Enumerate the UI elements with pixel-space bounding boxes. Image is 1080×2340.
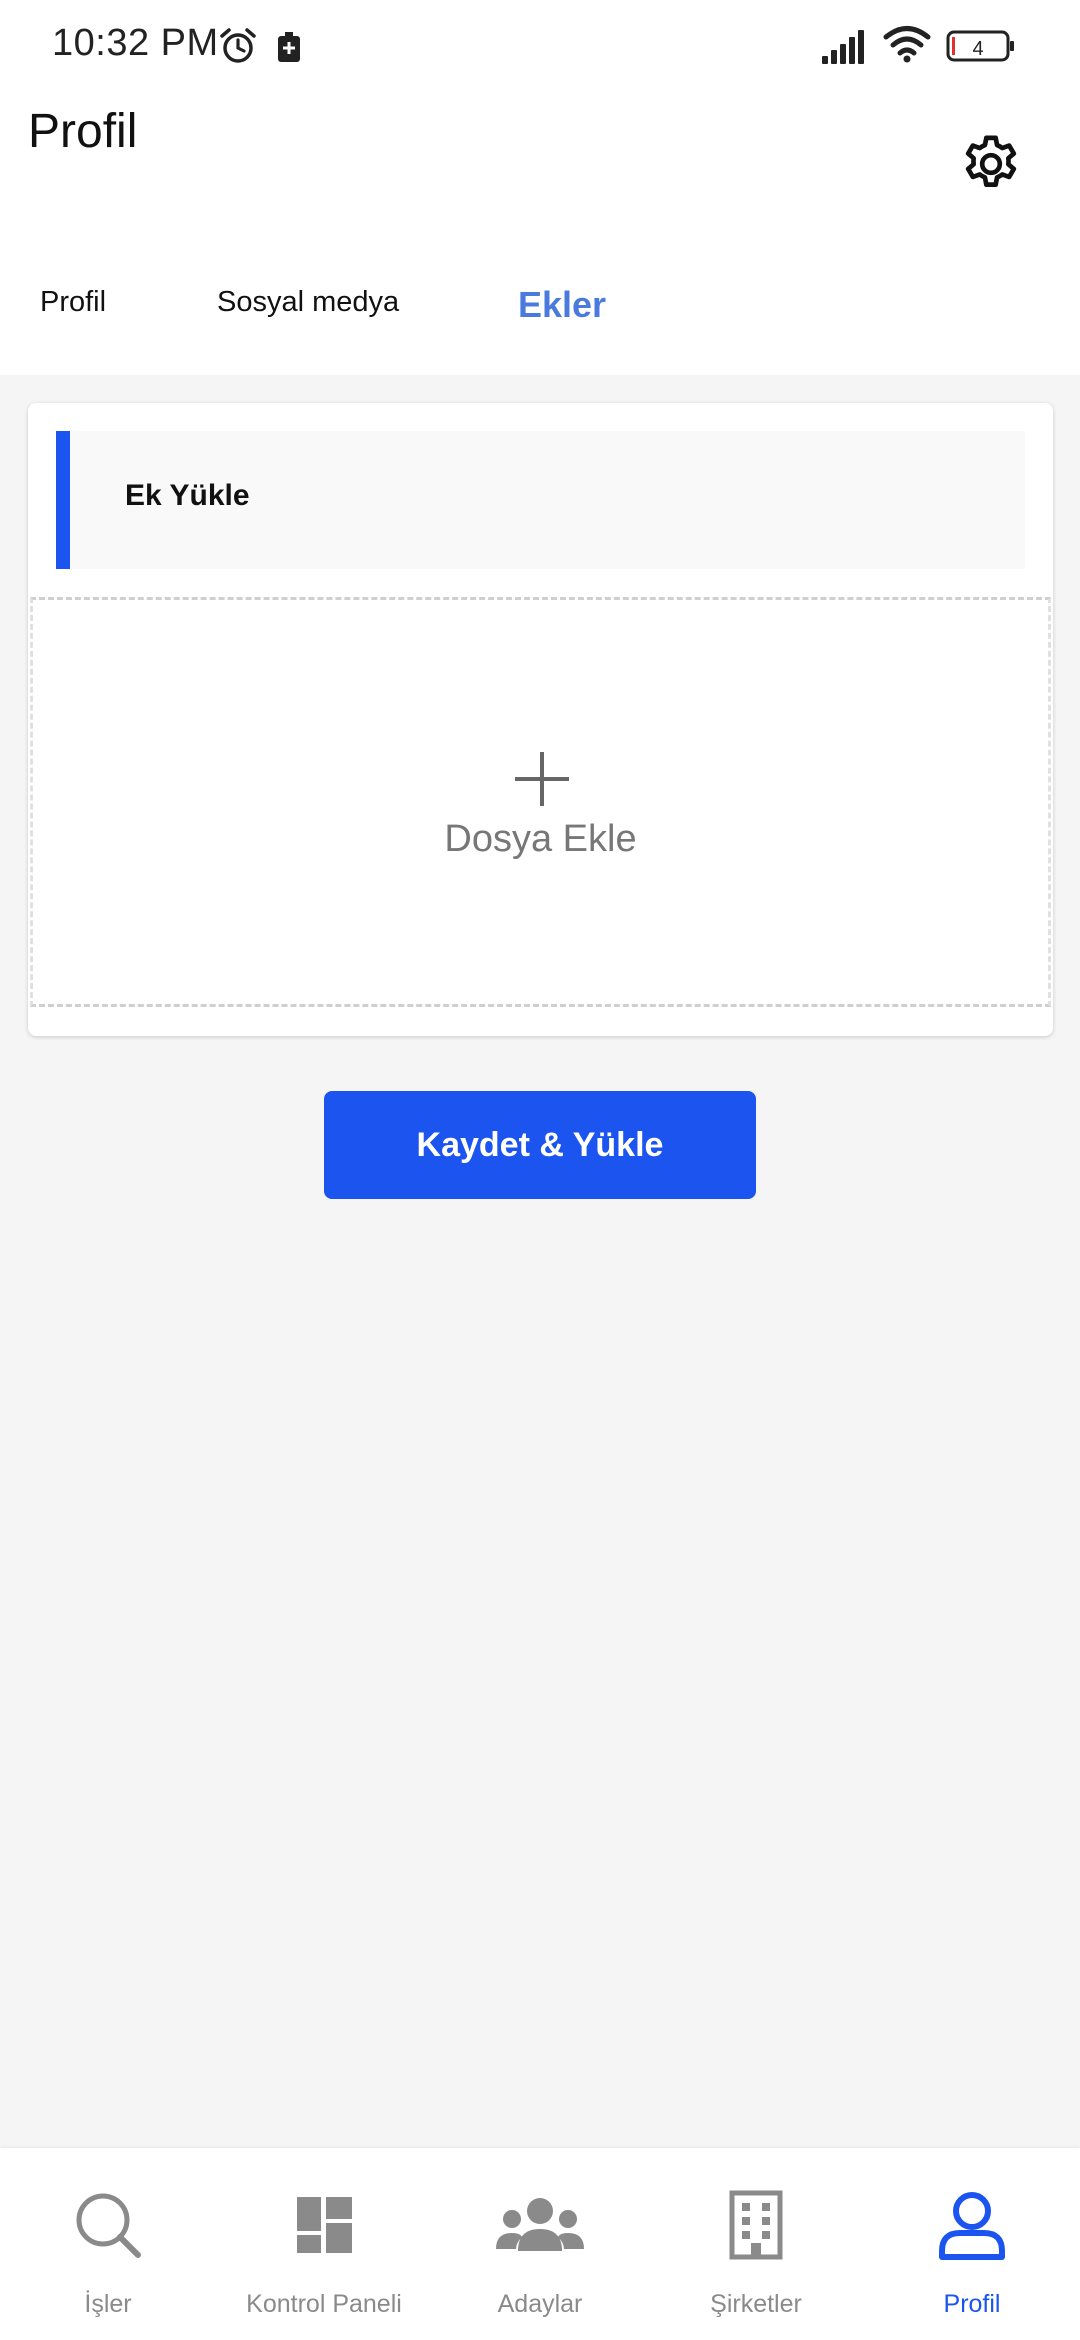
card-header: Ek Yükle: [56, 431, 1025, 569]
battery-icon: 4: [946, 30, 1014, 62]
dashboard-icon: [297, 2197, 352, 2253]
signal-icon: [822, 30, 864, 64]
nav-item-sirketler[interactable]: Şirketler: [648, 2148, 864, 2340]
page-title: Profil: [28, 105, 138, 158]
file-dropzone[interactable]: Dosya Ekle: [30, 597, 1051, 1007]
building-icon: [729, 2190, 783, 2260]
status-time: 10:32 PM: [52, 22, 219, 64]
card-title: Ek Yükle: [125, 479, 250, 512]
search-icon: [76, 2193, 141, 2258]
nav-item-isler[interactable]: İşler: [0, 2148, 216, 2340]
nav-label: Kontrol Paneli: [246, 2290, 402, 2318]
nav-item-profil[interactable]: Profil: [864, 2148, 1080, 2340]
nav-item-adaylar[interactable]: Adaylar: [432, 2148, 648, 2340]
settings-button[interactable]: [955, 128, 1027, 200]
gear-icon: [965, 135, 1017, 187]
nav-item-kontrol-paneli[interactable]: Kontrol Paneli: [216, 2148, 432, 2340]
battery-level: 4: [972, 38, 983, 60]
bottom-nav: İşler Kontrol Paneli Adaylar Şirketler P…: [0, 2148, 1080, 2340]
tab-sosyal-medya[interactable]: Sosyal medya: [217, 286, 399, 319]
dropzone-label: Dosya Ekle: [444, 818, 637, 860]
nav-label: Profil: [943, 2290, 1001, 2318]
nav-label: Adaylar: [497, 2290, 583, 2318]
tab-profil[interactable]: Profil: [40, 286, 106, 319]
status-bar: 10:32 PM 4: [0, 0, 1080, 92]
plus-icon: [515, 752, 569, 806]
tab-ekler[interactable]: Ekler: [518, 284, 606, 326]
nav-label: İşler: [84, 2290, 132, 2318]
battery-saver-icon: [278, 32, 300, 62]
alarm-icon: [220, 28, 256, 63]
person-icon: [939, 2192, 1005, 2260]
top-bar: 10:32 PM 4 Profil Profil Sosyal medya Ek…: [0, 0, 1080, 375]
card-header-accent-bar: [56, 431, 70, 569]
upload-card: Ek Yükle Dosya Ekle: [28, 403, 1053, 1036]
tab-bar: Profil Sosyal medya Ekler: [0, 270, 1080, 350]
nav-label: Şirketler: [710, 2290, 802, 2318]
people-icon: [496, 2198, 584, 2251]
save-upload-button[interactable]: Kaydet & Yükle: [324, 1091, 756, 1199]
wifi-icon: [883, 26, 931, 63]
